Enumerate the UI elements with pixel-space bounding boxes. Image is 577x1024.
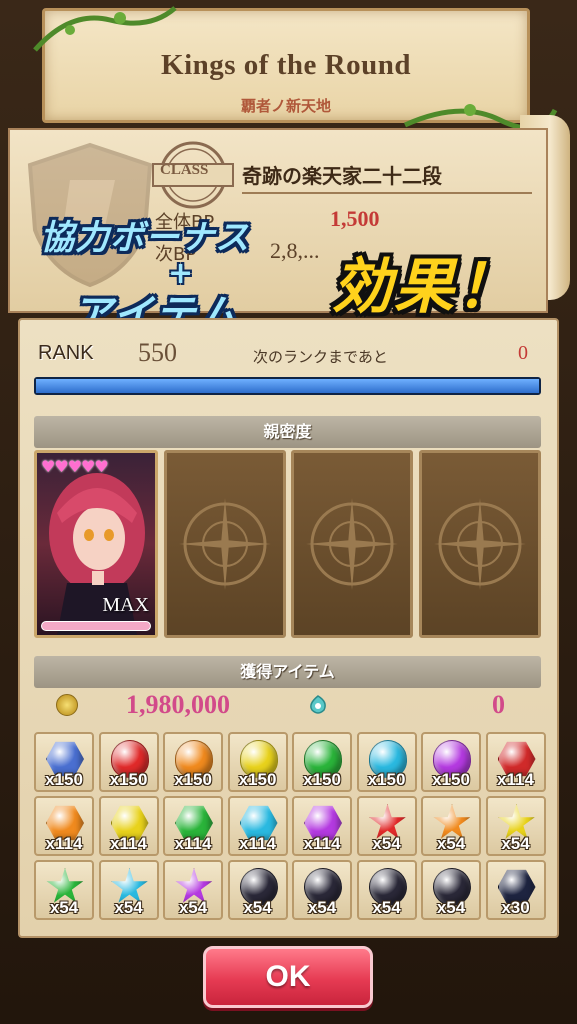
- compass-emblem-icon: [179, 498, 271, 590]
- item-count: x150: [432, 770, 470, 789]
- item-slot: x54: [163, 860, 223, 920]
- rank-label: RANK: [38, 342, 94, 364]
- character-card[interactable]: ♥♥♥♥♥ MAX: [34, 450, 158, 638]
- item-slot: x150: [421, 732, 481, 792]
- item-slot: x114: [163, 796, 223, 856]
- class-name: 奇跡の楽天家二十二段: [242, 164, 442, 188]
- next-rank-label: 次のランクまであと: [253, 348, 388, 366]
- item-count: x54: [307, 898, 337, 917]
- item-count: x54: [49, 898, 79, 917]
- item-count: x30: [501, 898, 530, 917]
- item-count: x114: [174, 834, 212, 853]
- compass-emblem-icon: [434, 498, 526, 590]
- items-header: 獲得アイテム: [34, 656, 541, 688]
- item-count: x114: [303, 834, 341, 853]
- item-slot: x54: [227, 860, 288, 920]
- rank-progress-bar: [34, 377, 541, 395]
- spirit-gem-icon: [310, 695, 326, 714]
- item-slot: x114: [485, 732, 546, 792]
- item-slot: x150: [227, 732, 288, 792]
- item-count: x114: [110, 834, 147, 853]
- item-slot: x54: [421, 860, 481, 920]
- item-slot: x150: [292, 732, 352, 792]
- rank-value: 550: [138, 338, 177, 367]
- empty-card-slot: [419, 450, 541, 638]
- item-count: x54: [372, 834, 401, 853]
- coin-value: 1,980,000: [126, 690, 230, 719]
- item-count: x54: [372, 898, 401, 917]
- item-count: x114: [239, 834, 276, 853]
- item-count: x150: [238, 770, 277, 789]
- empty-card-slot: [164, 450, 286, 638]
- divider: [242, 192, 532, 194]
- item-slot: x114: [98, 796, 159, 856]
- vine-decoration-icon: [33, 6, 177, 52]
- item-slot: x114: [34, 796, 94, 856]
- bp-value: 1,500: [330, 206, 380, 231]
- item-slot: x150: [98, 732, 159, 792]
- compass-emblem-icon: [306, 498, 398, 590]
- item-count: x114: [497, 770, 534, 789]
- item-count: x150: [303, 770, 341, 789]
- item-slot: x54: [485, 796, 546, 856]
- next-rank-value: 0: [518, 342, 528, 364]
- item-slot: x114: [227, 796, 288, 856]
- class-badge-label: CLASS: [160, 162, 209, 178]
- item-slot: x30: [485, 860, 546, 920]
- affection-header: 親密度: [34, 416, 541, 448]
- item-count: x150: [45, 770, 83, 789]
- promo-coop-bonus: 協力ボーナス: [40, 218, 250, 258]
- affection-bar: [41, 621, 151, 631]
- item-slot: x54: [421, 796, 481, 856]
- item-count: x54: [436, 898, 466, 917]
- spirit-gem-value: 0: [492, 690, 505, 719]
- empty-card-slot: [291, 450, 413, 638]
- item-slot: x114: [292, 796, 352, 856]
- item-slot: x150: [34, 732, 94, 792]
- item-count: x54: [114, 898, 143, 917]
- item-count: x54: [436, 834, 466, 853]
- item-slot: x150: [163, 732, 223, 792]
- bp-value-next: 2,8,...: [270, 238, 320, 263]
- item-slot: x54: [34, 860, 94, 920]
- rank-row: RANK 550 次のランクまであと 0: [18, 336, 559, 376]
- promo-effect: 効果！: [332, 252, 518, 322]
- item-slot: x54: [98, 860, 159, 920]
- item-slot: x54: [356, 860, 417, 920]
- item-count: x54: [501, 834, 530, 853]
- item-count: x54: [178, 898, 208, 917]
- item-count: x114: [45, 834, 83, 853]
- coin-icon: [56, 694, 78, 716]
- item-count: x150: [174, 770, 212, 789]
- result-screen: Kings of the Round 覇者ノ新天地 CLASS 奇跡の楽天家二十…: [0, 0, 577, 1024]
- item-count: x150: [109, 770, 148, 789]
- rank-progress-fill: [36, 379, 539, 393]
- item-count: x54: [243, 898, 272, 917]
- item-slot: x54: [356, 796, 417, 856]
- affection-hearts: ♥♥♥♥♥: [41, 457, 109, 476]
- currency-row: 1,980,000 0: [34, 690, 541, 722]
- max-label: MAX: [102, 594, 149, 616]
- item-slot: x150: [356, 732, 417, 792]
- item-count: x150: [367, 770, 406, 789]
- item-slot: x54: [292, 860, 352, 920]
- ok-button[interactable]: OK: [203, 946, 373, 1008]
